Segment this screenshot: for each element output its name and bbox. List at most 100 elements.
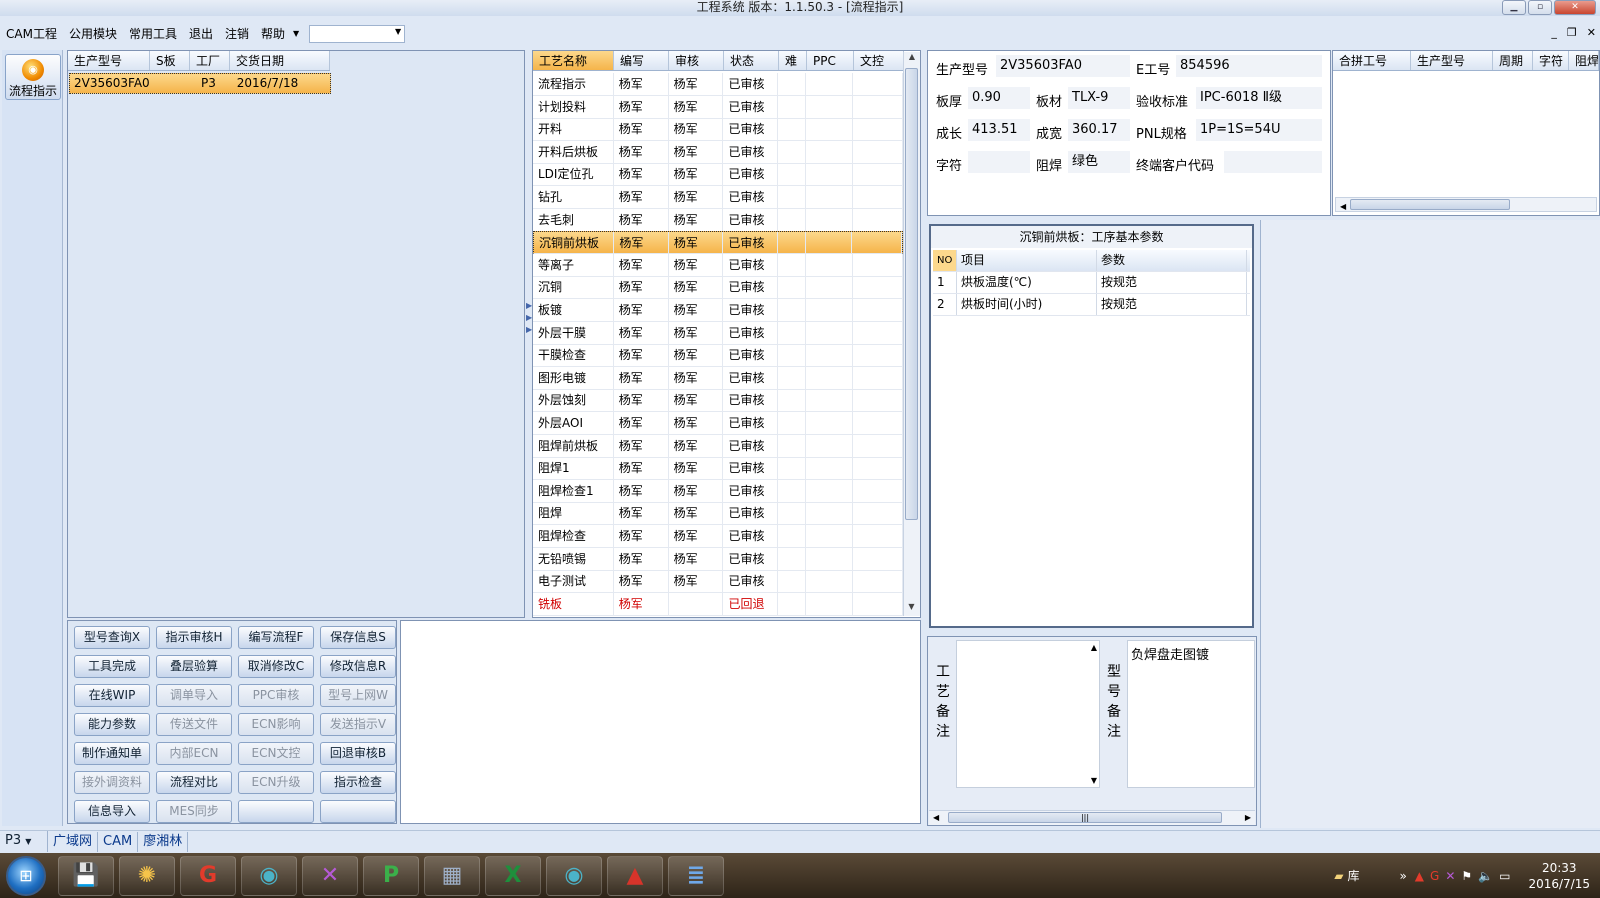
table-row[interactable]: 阻焊前烘板 杨军 杨军 已审核 [533,434,903,458]
external-data-button[interactable]: 接外调资料 [74,771,150,794]
network-icon[interactable]: ▭ [1499,869,1510,883]
table-row[interactable]: 外层AOI 杨军 杨军 已审核 [533,412,903,435]
scroll-down-icon[interactable]: ▼ [905,602,918,611]
maximize-button[interactable]: ▫ [1528,0,1552,15]
craft-remark-textarea[interactable]: ▲ ▼ [956,640,1100,788]
pdf-app-icon[interactable]: ▲ [607,855,663,896]
col-merge-period[interactable]: 周期 [1493,51,1533,70]
table-row[interactable]: 阻焊1 杨军 杨军 已审核 [533,457,903,481]
tray-x-icon[interactable]: ✕ [1445,869,1455,883]
splitter-handle[interactable]: ▶ ▶ ▶ [526,300,532,370]
flag-icon[interactable]: ⚑ [1461,869,1472,883]
calculator-app-icon[interactable]: ▦ [424,855,480,896]
status-factory[interactable]: P3 ▼ [0,831,48,852]
tool-complete-button[interactable]: 工具完成 [74,655,150,678]
col-difficulty[interactable]: 难 [779,51,807,70]
shell-app-icon[interactable]: ✺ [119,855,175,896]
menu-logout[interactable]: 注销 [219,22,255,46]
model-remark-textarea[interactable]: 负焊盘走图镀 [1127,640,1255,788]
table-row[interactable]: 板镀 杨军 杨军 已审核 [533,299,903,322]
col-model[interactable]: 生产型号 [68,51,150,70]
col-writer[interactable]: 编写 [614,51,669,70]
table-row[interactable]: 流程指示 杨军 杨军 已审核 [533,73,903,96]
ecn-impact-button[interactable]: ECN影响 [238,713,314,736]
mes-sync-button[interactable]: MES同步 [156,800,232,823]
table-row[interactable]: 外层干膜 杨军 杨军 已审核 [533,321,903,345]
ework-field[interactable]: 854596 [1176,55,1322,77]
excel-app-icon[interactable]: X [485,855,541,896]
table-row[interactable]: 等离子 杨军 杨军 已审核 [533,253,903,277]
menu-overflow-icon[interactable]: ▼ [291,22,301,46]
col-status[interactable]: 状态 [724,51,779,70]
table-row[interactable]: 阻焊检查 杨军 杨军 已审核 [533,525,903,548]
scrollbar-thumb[interactable] [1350,199,1510,210]
material-field[interactable]: TLX-9 [1068,87,1130,109]
blank-1-button[interactable] [238,800,314,823]
tray-folder-label[interactable]: 库 [1347,867,1359,884]
table-row[interactable]: 开料 杨军 杨军 已审核 [533,118,903,142]
tray-expand-icon[interactable]: » [1399,869,1406,883]
merge-grid-hscroll[interactable]: ◀ [1335,197,1597,212]
scroll-down-icon[interactable]: ▼ [1091,776,1097,785]
notepad-app-icon[interactable]: ≣ [668,855,724,896]
p-app-icon[interactable]: P [363,855,419,896]
standard-field[interactable]: IPC-6018 Ⅱ级 [1196,87,1322,109]
length-field[interactable]: 413.51 [968,119,1030,141]
online-wip-button[interactable]: 在线WIP [74,684,150,707]
col-reviewer[interactable]: 审核 [669,51,724,70]
mdi-close-button[interactable]: ✕ [1587,26,1596,39]
flow-indicator-button[interactable]: ◉ 流程指示 [5,54,61,100]
table-row[interactable]: 干膜检查 杨军 杨军 已审核 [533,344,903,368]
col-factory[interactable]: 工厂 [190,51,230,70]
thickness-field[interactable]: 0.90 [968,87,1030,109]
mdi-minimize-button[interactable]: _ [1551,26,1557,39]
pnl-field[interactable]: 1P=1S=54U [1196,119,1322,141]
instruction-check-button[interactable]: 指示检查 [320,771,396,794]
capability-params-button[interactable]: 能力参数 [74,713,150,736]
internal-ecn-button[interactable]: 内部ECN [156,742,232,765]
scroll-up-icon[interactable]: ▲ [904,52,920,61]
scroll-left-icon[interactable]: ◀ [933,813,939,822]
table-row[interactable]: 外层蚀刻 杨军 杨军 已审核 [533,389,903,413]
ecn-upgrade-button[interactable]: ECN升级 [238,771,314,794]
model-field[interactable]: 2V35603FA0 [996,55,1130,77]
table-row[interactable]: 钻孔 杨军 杨军 已审核 [533,186,903,209]
table-row[interactable]: 开料后烘板 杨军 杨军 已审核 [533,140,903,164]
table-row[interactable]: 电子测试 杨军 杨军 已审核 [533,570,903,594]
mask-field[interactable]: 绿色 [1068,151,1130,173]
col-merge-job[interactable]: 合拼工号 [1333,51,1411,70]
menu-common-tools[interactable]: 常用工具 [123,22,183,46]
save-app-icon[interactable]: 💾 [58,855,114,896]
fish-app-icon[interactable]: ◉ [241,855,297,896]
write-flow-button[interactable]: 编写流程F [238,626,314,649]
tray-g-icon[interactable]: G [1430,869,1439,883]
rollback-review-button[interactable]: 回退审核B [320,742,396,765]
col-merge-model[interactable]: 生产型号 [1411,51,1493,70]
table-row[interactable]: 无铅喷锡 杨军 杨军 已审核 [533,547,903,571]
table-row[interactable]: 计划投料 杨军 杨军 已审核 [533,95,903,119]
import-order-button[interactable]: 调单导入 [156,684,232,707]
col-merge-char[interactable]: 字符 [1533,51,1569,70]
scrollbar-thumb[interactable] [905,68,918,520]
scroll-up-icon[interactable]: ▲ [1091,643,1097,652]
mdi-restore-button[interactable]: ❐ [1567,26,1577,39]
blank-2-button[interactable] [320,800,396,823]
volume-icon[interactable]: 🔈 [1478,869,1493,883]
send-instruction-button[interactable]: 发送指示V [320,713,396,736]
menu-cam-project[interactable]: CAM工程 [0,22,63,46]
table-row[interactable]: 沉铜 杨军 杨军 已审核 [533,276,903,300]
table-row[interactable]: 2 烘板时间(小时) 按规范 [933,294,1250,316]
scroll-left-icon[interactable]: ◀ [1336,202,1346,211]
table-row[interactable]: 2V35603FA0 P3 2016/7/18 [69,73,331,94]
customer-field[interactable] [1224,151,1322,173]
send-file-button[interactable]: 传送文件 [156,713,232,736]
table-row[interactable]: 沉铜前烘板 杨军 杨军 已审核 [533,231,903,255]
table-row[interactable]: 阻焊检查1 杨军 杨军 已审核 [533,479,903,503]
stackup-verify-button[interactable]: 叠层验算 [156,655,232,678]
tray-app-icon[interactable]: ▲ [1415,869,1424,883]
col-ppc[interactable]: PPC [807,51,854,70]
model-query-button[interactable]: 型号查询X [74,626,150,649]
col-date[interactable]: 交货日期 [230,51,330,70]
table-row[interactable]: 1 烘板温度(℃) 按规范 [933,272,1250,294]
g-app-icon[interactable]: G [180,855,236,896]
